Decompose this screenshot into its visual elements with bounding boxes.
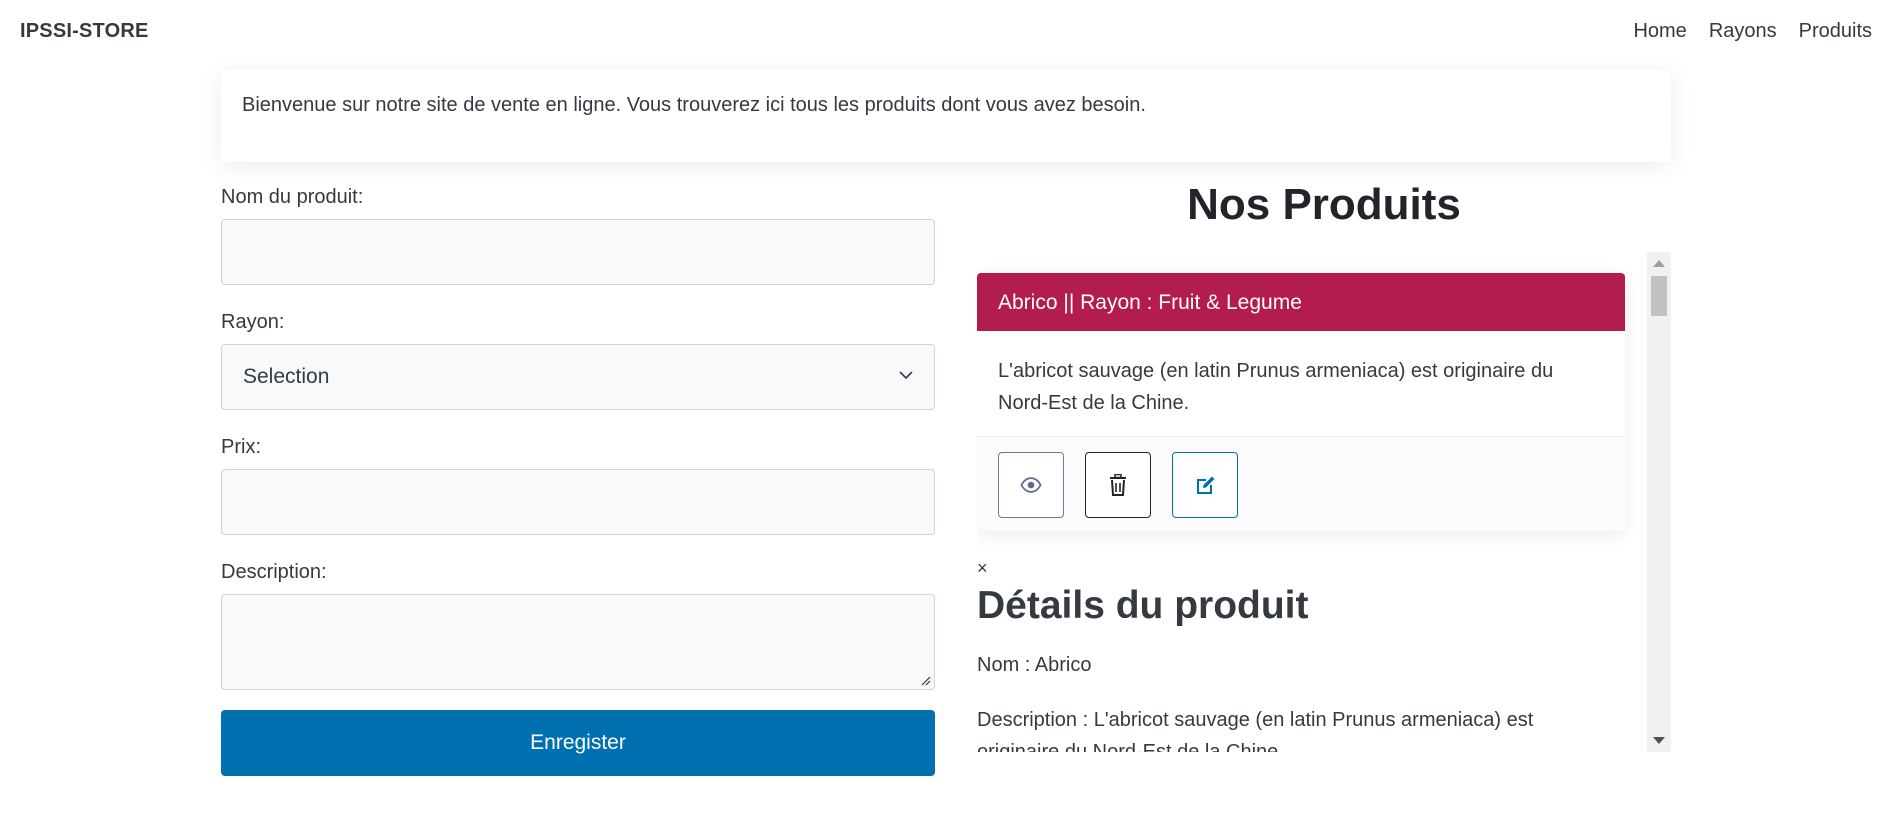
trash-icon: [1110, 474, 1126, 496]
delete-button[interactable]: [1085, 452, 1151, 518]
brand-logo-text[interactable]: IPSSI-STORE: [20, 20, 149, 43]
resize-grip-icon[interactable]: [919, 674, 931, 686]
name-label: Nom du produit:: [221, 186, 364, 208]
products-title: Nos Produits: [1187, 180, 1461, 229]
details-description: Description : L'abricot sauvage (en lati…: [977, 709, 1534, 752]
product-card-header: Abrico || Rayon : Fruit & Legume: [977, 273, 1625, 331]
product-card-actions: [977, 437, 1625, 531]
welcome-banner: Bienvenue sur notre site de vente en lig…: [221, 70, 1671, 162]
rayon-selected-value: Selection: [243, 365, 330, 388]
close-details-button[interactable]: ×: [977, 558, 988, 579]
price-input[interactable]: [221, 469, 935, 535]
scrollbar-thumb[interactable]: [1651, 276, 1667, 316]
description-label: Description:: [221, 561, 327, 583]
rayon-label: Rayon:: [221, 311, 285, 333]
nav-links: Home Rayons Produits: [1633, 20, 1872, 43]
scroll-down-arrow-icon[interactable]: [1653, 737, 1665, 744]
description-textarea[interactable]: [221, 594, 935, 690]
edit-icon: [1197, 476, 1215, 494]
details-title: Détails du produit: [977, 584, 1309, 627]
nav-link-produits[interactable]: Produits: [1799, 20, 1872, 43]
chevron-down-icon: [899, 371, 913, 380]
nav-link-rayons[interactable]: Rayons: [1709, 20, 1777, 43]
price-label: Prix:: [221, 436, 261, 458]
product-name-input[interactable]: [221, 219, 935, 285]
scrollbar[interactable]: [1647, 252, 1671, 752]
details-name: Nom : Abrico: [977, 654, 1092, 676]
product-card: Abrico || Rayon : Fruit & Legume L'abric…: [977, 273, 1625, 531]
product-card-description: L'abricot sauvage (en latin Prunus armen…: [977, 331, 1625, 437]
scroll-up-arrow-icon[interactable]: [1653, 260, 1665, 267]
edit-button[interactable]: [1172, 452, 1238, 518]
view-button[interactable]: [998, 452, 1064, 518]
products-scroll-pane[interactable]: Abrico || Rayon : Fruit & Legume L'abric…: [977, 252, 1671, 752]
save-button[interactable]: Enregister: [221, 710, 935, 776]
navbar: IPSSI-STORE Home Rayons Produits: [0, 0, 1898, 66]
product-form: Nom du produit: Rayon: Selection Prix: D…: [221, 186, 935, 776]
rayon-select[interactable]: Selection: [221, 344, 935, 410]
eye-icon: [1020, 477, 1042, 493]
nav-link-home[interactable]: Home: [1633, 20, 1686, 43]
welcome-text: Bienvenue sur notre site de vente en lig…: [242, 94, 1146, 116]
